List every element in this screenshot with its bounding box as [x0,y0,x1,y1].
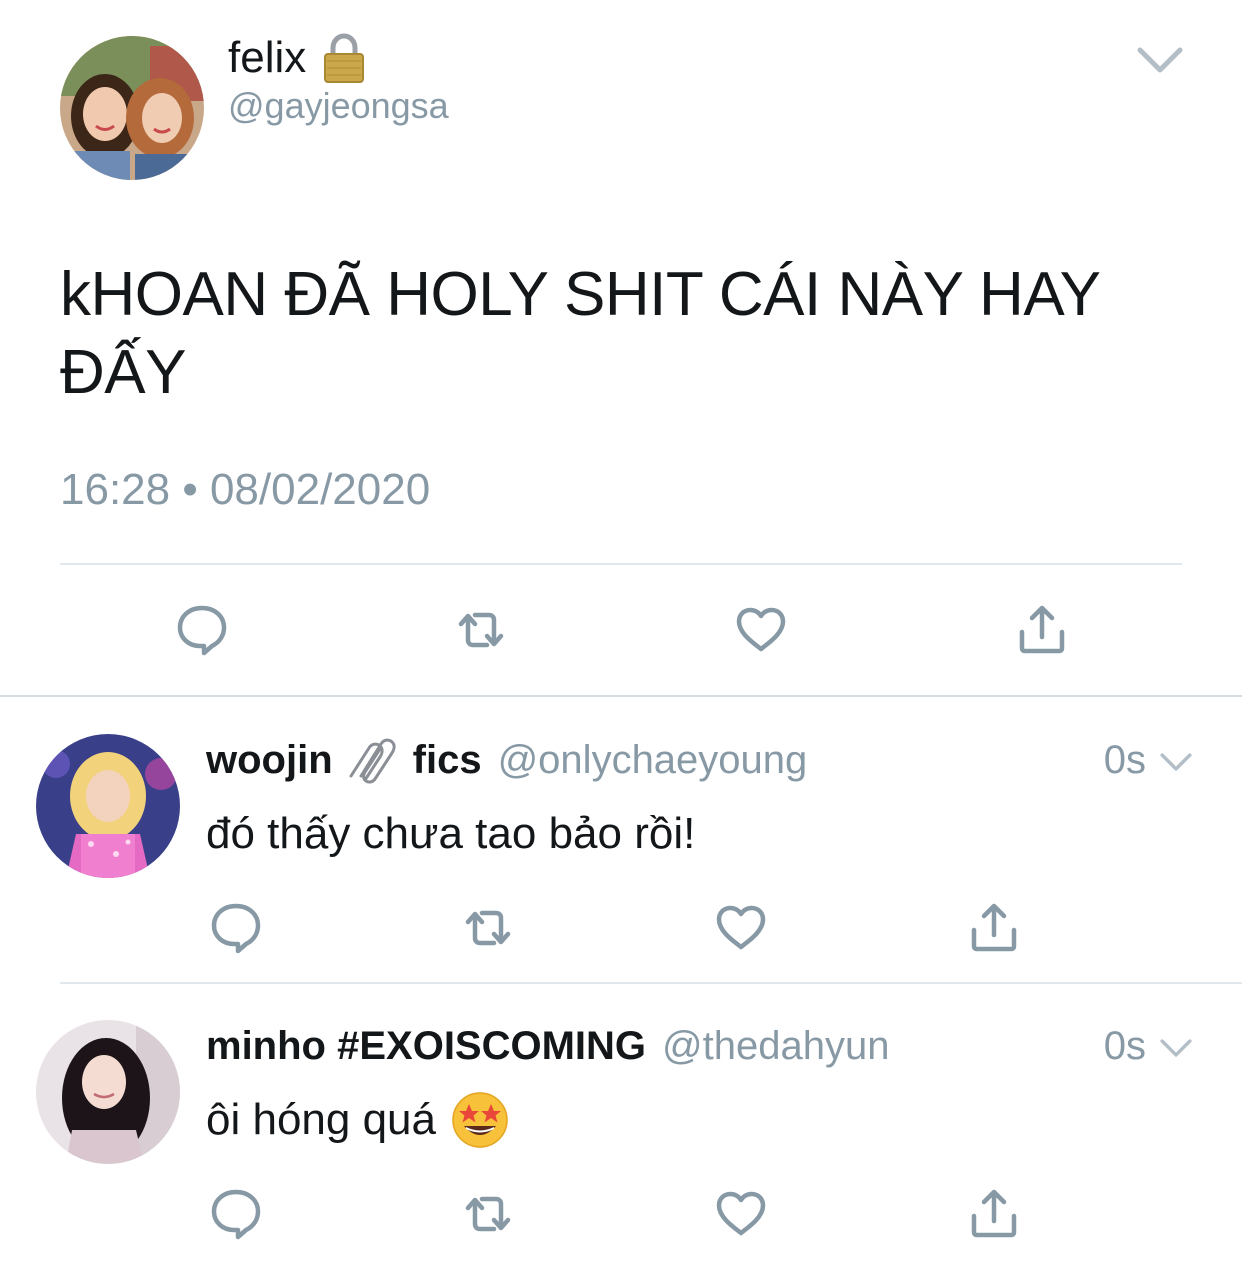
share-icon[interactable] [966,1186,1022,1242]
tweet-actions [0,1186,1242,1246]
author-name[interactable]: woojin [206,736,333,784]
like-icon[interactable] [733,602,789,658]
author-handle[interactable]: @thedahyun [662,1022,889,1070]
reply-text: đó thấy chưa tao bảo rồi! [206,806,695,862]
reply-icon[interactable] [174,602,230,658]
reply-time: 0s [1103,1024,1146,1068]
retweet-icon[interactable] [453,602,509,658]
like-icon[interactable] [713,1186,769,1242]
like-icon[interactable] [713,900,769,956]
reply-text: ôi hóng quá [206,1090,510,1150]
retweet-icon[interactable] [460,900,516,956]
share-icon[interactable] [966,900,1022,956]
section-divider [0,695,1242,697]
divider [60,982,1242,984]
reply-text-content: ôi hóng quá [206,1095,436,1144]
reply-icon[interactable] [208,1186,264,1242]
reply-header: woojin fics @onlychaeyoung [206,736,807,784]
tweet-text: kHOAN ĐÃ HOLY SHIT CÁI NÀY HAY ĐẤY [60,260,1100,407]
tweet-timestamp[interactable]: 16:28 • 08/02/2020 [60,464,430,516]
reply-time: 0s [1103,738,1146,782]
avatar-photo [60,36,204,180]
avatar-photo [36,1020,180,1164]
tweet-actions [0,900,1242,960]
divider [60,563,1182,565]
reply-text-content: đó thấy chưa tao bảo rồi! [206,809,696,858]
chevron-down-icon[interactable] [1134,40,1186,80]
author-handle[interactable]: @gayjeongsa [228,84,449,128]
author-handle[interactable]: @onlychaeyoung [498,736,808,784]
reply-header: minho #EXOISCOMING @thedahyun [206,1022,890,1070]
avatar[interactable] [60,36,204,180]
lock-icon [320,32,368,84]
star-struck-emoji-icon [450,1090,510,1150]
avatar[interactable] [36,1020,180,1164]
chevron-down-icon[interactable] [1158,1034,1194,1062]
main-tweet: felix @gayjeongsa kHOAN ĐÃ HOLY SHIT CÁI… [0,0,1242,696]
paperclip-icon [347,736,399,784]
retweet-icon[interactable] [460,1186,516,1242]
avatar[interactable] [36,734,180,878]
chevron-down-icon[interactable] [1158,748,1194,776]
avatar-photo [36,734,180,878]
share-icon[interactable] [1014,602,1070,658]
author-name-suffix[interactable]: fics [413,736,482,784]
author-name[interactable]: minho #EXOISCOMING [206,1022,646,1070]
author-name-row: felix [228,32,368,84]
tweet-actions [0,602,1242,662]
author-name: felix [228,33,307,82]
reply-icon[interactable] [208,900,264,956]
